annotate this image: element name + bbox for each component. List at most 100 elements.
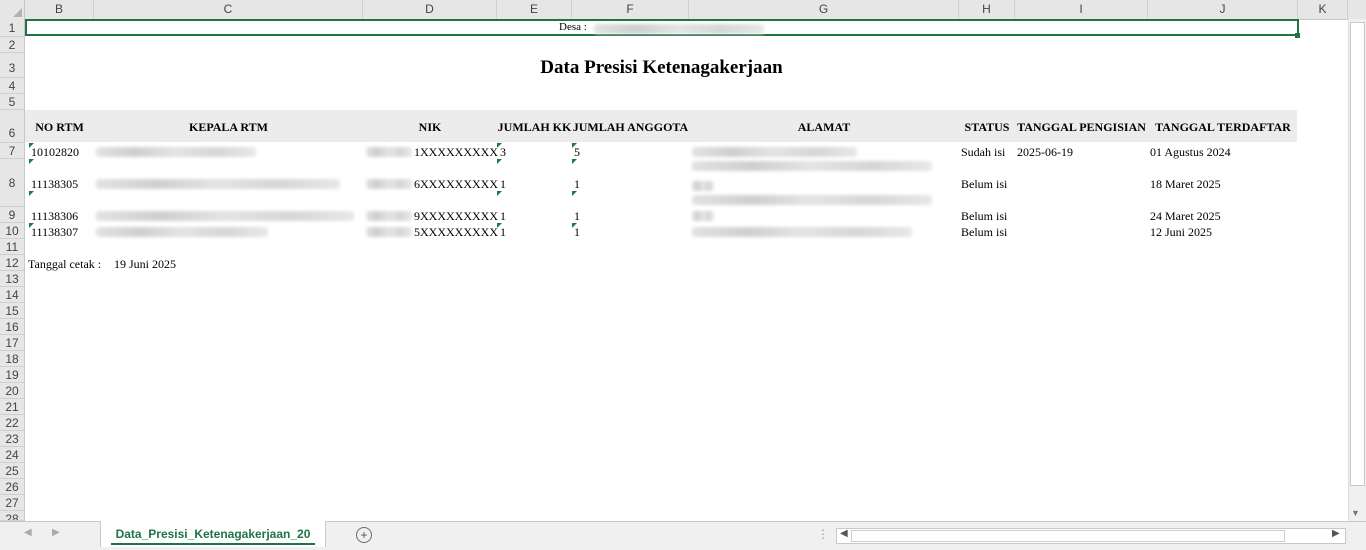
redacted-value xyxy=(366,147,412,157)
row-header[interactable]: 27 xyxy=(0,495,24,511)
cell-tanggal-terdaftar[interactable]: 01 Agustus 2024 xyxy=(1150,145,1231,160)
row-header[interactable]: 3 xyxy=(0,53,24,78)
cell-status[interactable]: Belum isi xyxy=(961,177,1007,192)
print-date-label: Tanggal cetak : xyxy=(28,257,102,271)
fill-handle[interactable] xyxy=(1295,33,1300,38)
column-header-c[interactable]: C xyxy=(94,0,363,19)
header-tanggal-terdaftar: TANGGAL TERDAFTAR xyxy=(1155,120,1291,134)
row-header[interactable]: 12 xyxy=(0,255,24,271)
scroll-down-icon[interactable]: ▼ xyxy=(1351,508,1360,518)
scroll-right-icon[interactable]: ▶ xyxy=(1332,528,1340,539)
row-header[interactable]: 5 xyxy=(0,94,24,110)
redacted-value xyxy=(366,227,412,237)
cell-no-rtm[interactable]: 11138306 xyxy=(31,209,78,224)
column-header-h[interactable]: H xyxy=(959,0,1015,19)
redacted-value xyxy=(366,179,412,189)
sheet-nav-next-icon[interactable]: ▶ xyxy=(52,527,60,538)
cell-jumlah-kk[interactable]: 1 xyxy=(500,225,506,240)
row-header[interactable]: 6 xyxy=(0,110,24,143)
row-header[interactable]: 4 xyxy=(0,78,24,94)
row-header[interactable]: 26 xyxy=(0,479,24,495)
row-header[interactable]: 13 xyxy=(0,271,24,287)
cell-jumlah-kk[interactable]: 1 xyxy=(500,209,506,224)
cell-tanggal-terdaftar[interactable]: 18 Maret 2025 xyxy=(1150,177,1221,192)
sheet-tab-active[interactable]: Data_Presisi_Ketenagakerjaan_20 xyxy=(100,521,326,547)
row-header[interactable]: 25 xyxy=(0,463,24,479)
row-header[interactable]: 2 xyxy=(0,37,24,53)
header-tanggal-pengisian: TANGGAL PENGISIAN xyxy=(1017,120,1146,134)
row-header[interactable]: 18 xyxy=(0,351,24,367)
row-header[interactable]: 20 xyxy=(0,383,24,399)
horizontal-scroll-thumb[interactable] xyxy=(851,530,1285,542)
error-indicator-icon xyxy=(572,159,577,164)
cell-tanggal-terdaftar[interactable]: 12 Juni 2025 xyxy=(1150,225,1212,240)
cell-jumlah-kk[interactable]: 3 xyxy=(500,145,506,160)
column-header-j[interactable]: J xyxy=(1148,0,1298,19)
header-no-rtm: NO RTM xyxy=(35,120,84,134)
vertical-scroll-thumb[interactable] xyxy=(1350,22,1365,486)
column-header-d[interactable]: D xyxy=(363,0,497,19)
cell-nik[interactable]: 5XXXXXXXXX xyxy=(414,225,498,240)
cell-jumlah-anggota[interactable]: 5 xyxy=(574,145,580,160)
cell-no-rtm[interactable]: 11138307 xyxy=(31,225,78,240)
cell-no-rtm[interactable]: 11138305 xyxy=(31,177,78,192)
error-indicator-icon xyxy=(29,191,34,196)
row-header[interactable]: 17 xyxy=(0,335,24,351)
redacted-kepala-rtm xyxy=(96,211,354,221)
column-header-k[interactable]: K xyxy=(1298,0,1348,19)
error-indicator-icon xyxy=(497,159,502,164)
row-header[interactable]: 19 xyxy=(0,367,24,383)
header-kepala-rtm: KEPALA RTM xyxy=(188,120,269,134)
redacted-alamat xyxy=(692,211,714,221)
cell-nik[interactable]: 6XXXXXXXXX xyxy=(414,177,498,192)
column-header-b[interactable]: B xyxy=(25,0,94,19)
cell-nik[interactable]: 1XXXXXXXXX xyxy=(414,145,498,160)
cell-jumlah-kk[interactable]: 1 xyxy=(500,177,506,192)
cell-status[interactable]: Sudah isi xyxy=(961,145,1005,160)
row-header[interactable]: 16 xyxy=(0,319,24,335)
redacted-alamat xyxy=(692,181,714,191)
cell-tanggal-pengisian[interactable]: 2025-06-19 xyxy=(1017,145,1073,160)
cell-status[interactable]: Belum isi xyxy=(961,225,1007,240)
row-header[interactable]: 28 xyxy=(0,511,24,521)
redacted-kepala-rtm xyxy=(96,147,256,157)
cell-nik[interactable]: 9XXXXXXXXX xyxy=(414,209,498,224)
row-header[interactable]: 24 xyxy=(0,447,24,463)
row-header[interactable]: 10 xyxy=(0,223,24,239)
header-alamat: ALAMAT xyxy=(797,120,851,134)
sheet-nav-prev-icon[interactable]: ◀ xyxy=(24,527,32,538)
error-indicator-icon xyxy=(572,191,577,196)
redacted-alamat xyxy=(692,195,932,205)
redacted-desa-name xyxy=(594,24,764,34)
select-all-corner[interactable] xyxy=(0,0,25,19)
row-header[interactable]: 9 xyxy=(0,207,24,223)
row-header[interactable]: 8 xyxy=(0,159,24,207)
row-header[interactable]: 22 xyxy=(0,415,24,431)
column-header-i[interactable]: I xyxy=(1015,0,1148,19)
row-header[interactable]: 1 xyxy=(0,19,24,37)
scroll-left-icon[interactable]: ◀ xyxy=(840,528,848,539)
redacted-alamat xyxy=(692,227,912,237)
cell-no-rtm[interactable]: 10102820 xyxy=(31,145,79,160)
redacted-alamat xyxy=(692,161,932,171)
cell-jumlah-anggota[interactable]: 1 xyxy=(574,177,580,192)
column-header-e[interactable]: E xyxy=(497,0,572,19)
add-sheet-icon[interactable]: + xyxy=(356,527,372,543)
cell-jumlah-anggota[interactable]: 1 xyxy=(574,225,580,240)
row-header[interactable]: 7 xyxy=(0,143,24,159)
redacted-kepala-rtm xyxy=(96,179,340,189)
row-header[interactable]: 14 xyxy=(0,287,24,303)
print-date-value[interactable]: 19 Juni 2025 xyxy=(114,257,176,272)
header-jumlah-anggota: JUMLAH ANGGOTA xyxy=(572,120,689,134)
split-handle-icon[interactable]: ⋮ xyxy=(817,527,829,541)
error-indicator-icon xyxy=(497,191,502,196)
column-header-g[interactable]: G xyxy=(689,0,959,19)
cell-tanggal-terdaftar[interactable]: 24 Maret 2025 xyxy=(1150,209,1221,224)
cell-jumlah-anggota[interactable]: 1 xyxy=(574,209,580,224)
cell-status[interactable]: Belum isi xyxy=(961,209,1007,224)
row-header[interactable]: 21 xyxy=(0,399,24,415)
row-header[interactable]: 11 xyxy=(0,239,24,255)
column-header-f[interactable]: F xyxy=(572,0,689,19)
row-header[interactable]: 23 xyxy=(0,431,24,447)
row-header[interactable]: 15 xyxy=(0,303,24,319)
